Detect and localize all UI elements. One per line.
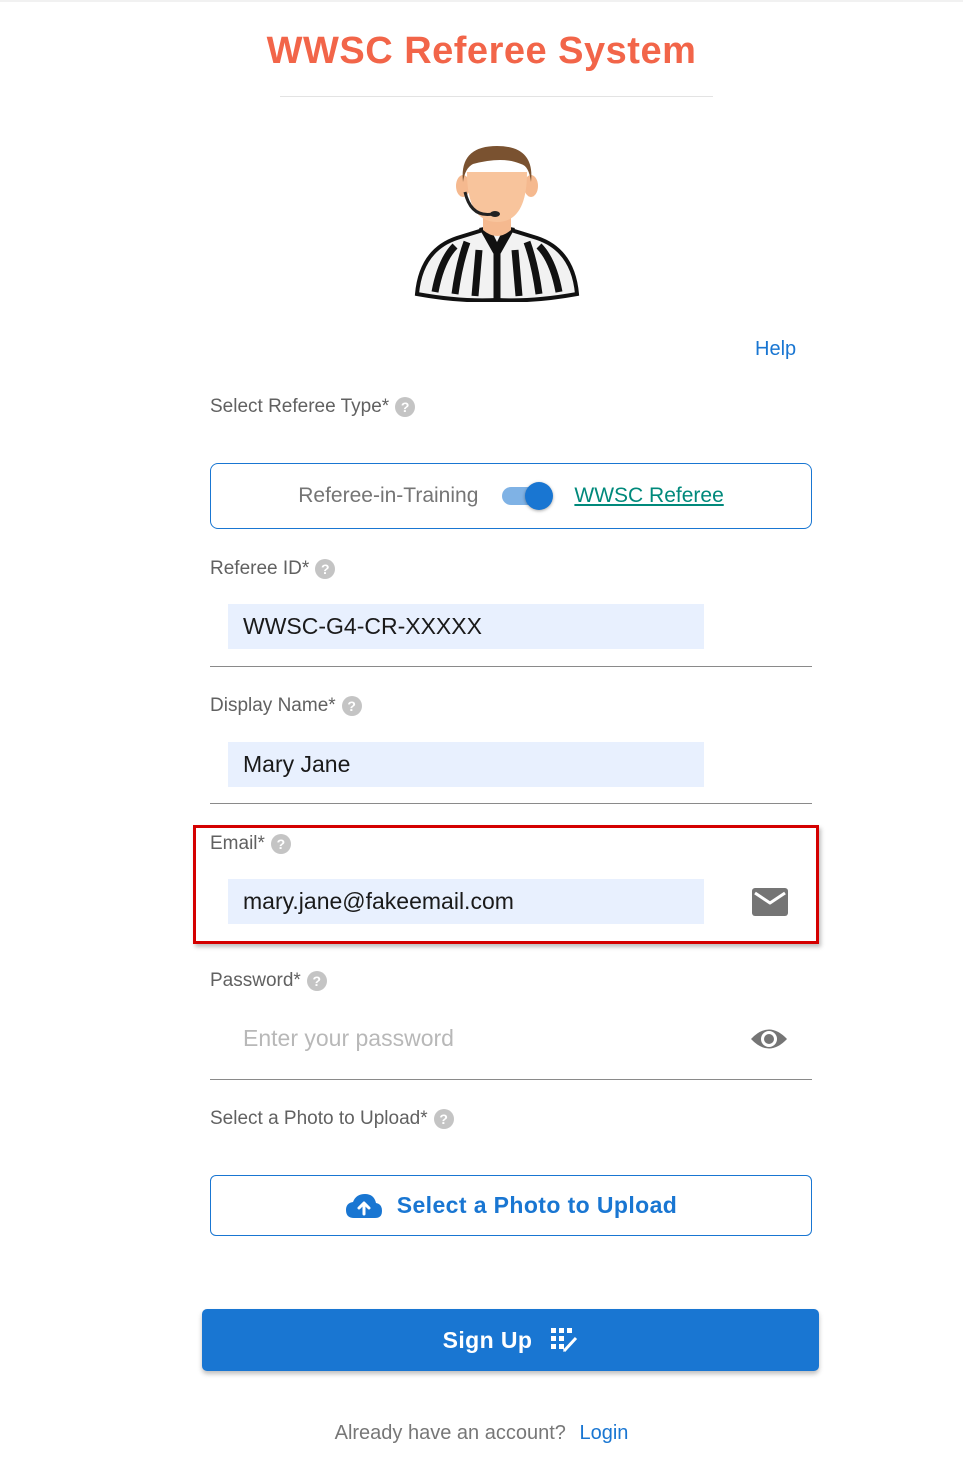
login-prompt: Already have an account? Login [0, 1422, 963, 1445]
referee-type-label-text: Select Referee Type* [210, 396, 390, 417]
switch-thumb [525, 482, 554, 510]
cloud-upload-icon [345, 1193, 382, 1218]
select-photo-button[interactable]: Select a Photo to Upload [210, 1175, 812, 1236]
help-link[interactable]: Help [755, 338, 796, 361]
help-question-icon[interactable]: ? [395, 397, 416, 417]
display-name-underline [210, 803, 812, 804]
mail-icon [752, 888, 788, 916]
display-name-label: Display Name* ? [210, 695, 362, 717]
email-label-text: Email* [210, 833, 265, 854]
password-label-text: Password* [210, 970, 301, 991]
signup-page: WWSC Referee System Help Select Referee … [0, 0, 963, 1459]
sign-up-button[interactable]: Sign Up [202, 1309, 819, 1371]
page-title: WWSC Referee System [266, 30, 697, 72]
login-link[interactable]: Login [579, 1422, 628, 1444]
help-question-icon[interactable]: ? [433, 1109, 454, 1129]
referee-id-input[interactable] [228, 604, 704, 649]
select-photo-button-label: Select a Photo to Upload [396, 1192, 678, 1218]
help-question-icon[interactable]: ? [270, 834, 291, 854]
referee-id-label: Referee ID* ? [210, 558, 336, 580]
signup-icon [551, 1328, 578, 1353]
display-name-label-text: Display Name* [210, 695, 336, 716]
photo-label-text: Select a Photo to Upload* [210, 1108, 428, 1129]
email-label: Email* ? [210, 833, 291, 855]
eye-icon[interactable] [750, 1024, 788, 1054]
wwsc-referee-option[interactable]: WWSC Referee [574, 484, 723, 508]
referee-type-label: Select Referee Type* ? [210, 396, 416, 418]
photo-label: Select a Photo to Upload* ? [210, 1108, 454, 1130]
sign-up-button-label: Sign Up [442, 1326, 533, 1353]
referee-id-label-text: Referee ID* [210, 558, 310, 579]
referee-type-toggle-group: Referee-in-Training WWSC Referee [210, 463, 812, 529]
password-label: Password* ? [210, 970, 327, 992]
password-underline [210, 1079, 812, 1080]
top-divider [0, 0, 963, 2]
title-divider [280, 96, 713, 97]
referee-avatar-image [414, 146, 580, 302]
help-question-icon[interactable]: ? [341, 696, 362, 716]
help-question-icon[interactable]: ? [315, 559, 336, 579]
password-input[interactable] [228, 1016, 704, 1061]
referee-type-switch[interactable] [500, 481, 556, 511]
email-input[interactable] [228, 879, 704, 924]
referee-id-underline [210, 666, 812, 667]
login-prompt-text: Already have an account? [334, 1422, 566, 1444]
help-question-icon[interactable]: ? [306, 971, 327, 991]
display-name-input[interactable] [228, 742, 704, 787]
referee-in-training-option[interactable]: Referee-in-Training [298, 484, 478, 508]
